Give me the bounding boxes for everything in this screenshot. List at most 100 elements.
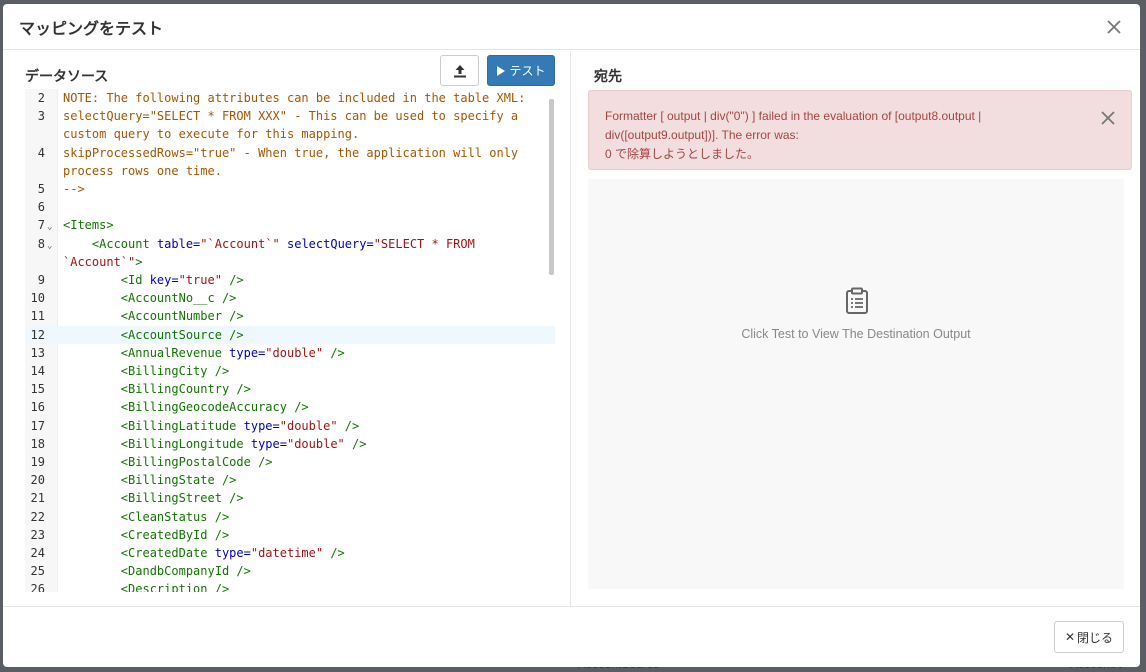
close-button-label: 閉じる — [1077, 630, 1114, 645]
code-text: <CreatedById /> — [120, 527, 230, 542]
test-button-label: テスト — [509, 64, 546, 78]
code-text: <BillingLongitude type="double" /> — [120, 436, 367, 451]
code-line[interactable]: 4 skipProcessedRows="true" - When true, t… — [25, 144, 555, 162]
code-text: <AccountNumber /> — [120, 309, 244, 324]
line-number: 3 — [37, 109, 45, 124]
code-text: <Account table="`Account`" selectQuery="… — [91, 236, 475, 251]
code-text: <BillingPostalCode /> — [120, 455, 273, 469]
modal-header: マッピングをテスト — [3, 4, 1140, 50]
line-number: 13 — [30, 345, 45, 360]
line-number: 8 — [37, 236, 45, 251]
line-number: 14 — [30, 364, 45, 378]
code-text: <Id key="true" /> — [120, 273, 244, 287]
code-text: <CreatedDate type="datetime" /> — [120, 546, 345, 560]
upload-icon — [453, 64, 466, 77]
code-line[interactable]: 5 --> — [25, 180, 555, 198]
code-line[interactable]: 15 <BillingCountry /> — [25, 380, 555, 398]
data-source-pane: データソース テスト 2 NOTE: The following attribut… — [3, 51, 571, 606]
code-line[interactable]: 25 <DandbCompanyId /> — [25, 562, 555, 580]
code-text: <BillingStreet /> — [120, 491, 244, 506]
line-number: 24 — [30, 546, 45, 560]
code-text: custom query to execute for this mapping… — [63, 127, 360, 142]
code-text: <BillingLatitude type="double" /> — [120, 418, 360, 433]
code-line[interactable]: 19 <BillingPostalCode /> — [25, 453, 555, 471]
line-number: 5 — [37, 182, 45, 196]
code-line[interactable]: 10 <AccountNo__c /> — [25, 289, 555, 307]
code-line[interactable]: 12 <AccountSource /> — [25, 325, 555, 344]
editor-scrollbar[interactable] — [549, 99, 554, 275]
code-editor[interactable]: 2 NOTE: The following attributes can be i… — [25, 89, 555, 592]
code-text: <BillingState /> — [120, 473, 237, 488]
code-text: <AnnualRevenue type="double" /> — [120, 345, 345, 360]
code-line[interactable]: custom query to execute for this mapping… — [25, 125, 555, 143]
code-line[interactable]: 21 <BillingStreet /> — [25, 489, 555, 507]
close-x-icon: ✕ — [1064, 630, 1076, 644]
code-line[interactable]: 20 <BillingState /> — [25, 471, 555, 489]
code-line[interactable]: 24 <CreatedDate type="datetime" /> — [25, 544, 555, 562]
close-button[interactable]: ✕ 閉じる — [1054, 621, 1124, 653]
code-line[interactable]: process rows one time. — [25, 162, 555, 180]
destination-pane: 宛先 Formatter [ output | div("0") ] faile… — [572, 51, 1140, 606]
line-number: 11 — [30, 309, 45, 324]
code-line[interactable]: 8 ⌄ <Account table="`Account`" selectQuer… — [25, 235, 555, 253]
modal-body: データソース テスト 2 NOTE: The following attribut… — [3, 51, 1140, 606]
code-text: <AccountSource /> — [120, 327, 244, 342]
alert-line: Formatter [ output | div("0") ] failed i… — [605, 109, 982, 123]
alert-close-icon[interactable] — [1099, 109, 1117, 127]
code-text: NOTE: The following attributes can be in… — [63, 91, 526, 105]
code-text: <AccountNo__c /> — [120, 291, 237, 306]
code-line[interactable]: 16 <BillingGeocodeAccuracy /> — [25, 398, 555, 416]
alert-line: div([output9.output])]. The error was: — [605, 128, 799, 142]
code-text: <BillingCity /> — [120, 364, 230, 378]
code-line[interactable]: 14 <BillingCity /> — [25, 362, 555, 380]
code-text: selectQuery="SELECT * FROM XXX" - This c… — [63, 109, 519, 124]
code-line[interactable]: 18 <BillingLongitude type="double" /> — [25, 435, 555, 453]
clipboard-icon — [844, 287, 870, 315]
code-line[interactable]: 3 selectQuery="SELECT * FROM XXX" - This … — [25, 107, 555, 125]
code-text: <DandbCompanyId /> — [120, 564, 251, 579]
code-text: <Items> — [63, 218, 114, 233]
modal-footer: ✕ 閉じる — [3, 606, 1140, 667]
line-number: 22 — [30, 509, 45, 524]
code-line[interactable]: 13 <AnnualRevenue type="double" /> — [25, 344, 555, 362]
close-icon[interactable] — [1102, 15, 1126, 39]
code-text: <Description /> — [120, 582, 230, 592]
line-number: 4 — [37, 145, 45, 160]
destination-placeholder: Click Test to View The Destination Outpu… — [741, 327, 971, 341]
code-text: skipProcessedRows="true" - When true, th… — [63, 145, 519, 160]
modal-title: マッピングをテスト — [19, 18, 164, 38]
code-line[interactable]: 26 <Description /> — [25, 580, 555, 592]
line-number: 2 — [37, 91, 45, 105]
line-number: 19 — [30, 455, 45, 469]
code-line[interactable]: 6 — [25, 198, 555, 216]
line-number: 6 — [37, 200, 45, 215]
code-line[interactable]: 23 <CreatedById /> — [25, 526, 555, 544]
line-number: 16 — [30, 400, 45, 415]
code-text: <BillingCountry /> — [120, 382, 251, 397]
line-number: 18 — [30, 436, 45, 451]
test-button[interactable]: テスト — [487, 55, 555, 86]
upload-button[interactable] — [440, 55, 479, 86]
test-mapping-modal: マッピングをテスト データソース テスト 2 NOTE: The followin… — [3, 4, 1140, 667]
line-number: 21 — [30, 491, 45, 506]
code-line[interactable]: 7 ⌄ <Items> — [25, 216, 555, 234]
line-number: 20 — [30, 473, 45, 488]
code-line[interactable]: 11 <AccountNumber /> — [25, 307, 555, 325]
data-source-title: データソース — [25, 69, 109, 85]
line-number: 15 — [30, 382, 45, 397]
line-number: 17 — [30, 418, 45, 433]
code-line[interactable]: 2 NOTE: The following attributes can be i… — [25, 89, 555, 107]
code-text: <CleanStatus /> — [120, 509, 230, 524]
code-line[interactable]: 9 <Id key="true" /> — [25, 271, 555, 289]
line-number: 7 — [37, 218, 45, 233]
line-number: 23 — [30, 527, 45, 542]
error-alert: Formatter [ output | div("0") ] failed i… — [588, 90, 1132, 170]
destination-output-area: Click Test to View The Destination Outpu… — [588, 179, 1124, 589]
code-line[interactable]: 17 <BillingLatitude type="double" /> — [25, 417, 555, 435]
code-line[interactable]: `Account`"> — [25, 253, 555, 271]
code-text: --> — [63, 182, 85, 196]
code-text: `Account`"> — [63, 254, 143, 269]
line-number: 9 — [37, 273, 45, 287]
code-line[interactable]: 22 <CleanStatus /> — [25, 508, 555, 526]
code-text: <BillingGeocodeAccuracy /> — [120, 400, 309, 415]
